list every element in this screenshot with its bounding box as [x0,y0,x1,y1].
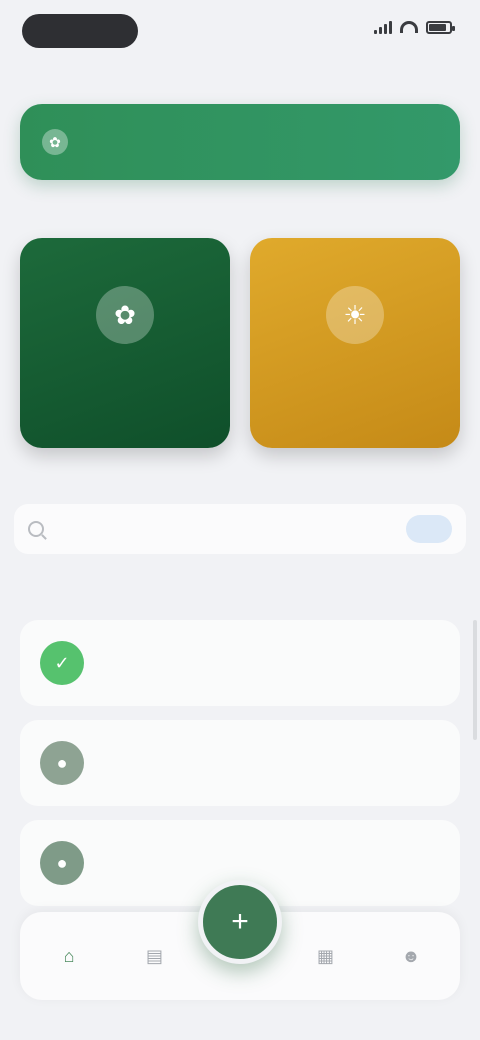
promo-banner[interactable]: ✿ [20,104,460,180]
scrollbar[interactable] [473,620,477,740]
profile-icon[interactable]: ☻ [396,941,426,971]
sun-icon: ☀ [326,286,384,344]
leaf-icon: ✿ [42,129,68,155]
search-input[interactable] [56,521,394,537]
add-icon: + [231,905,249,938]
item-list: ✓ ● ● [20,620,460,920]
home-icon[interactable]: ⌂ [54,941,84,971]
add-button[interactable]: + [198,880,282,964]
battery-fill [429,23,446,31]
status-time [22,14,138,48]
circle-icon: ● [40,741,84,785]
list-item[interactable]: ✓ [20,620,460,706]
status-bar [0,0,480,64]
chart-icon[interactable]: ▤ [140,941,170,971]
signal-icon [374,20,392,34]
battery-icon [426,20,455,34]
circle-icon: ● [40,841,84,885]
search-icon [28,521,44,537]
wifi-icon [400,21,418,33]
check-icon: ✓ [40,641,84,685]
list-item[interactable]: ● [20,720,460,806]
quick-card-secondary[interactable]: ☀ [250,238,460,448]
search-bar [14,504,466,554]
calendar-icon[interactable]: ▦ [311,941,341,971]
app-screen: ✿ ✿ ☀ ✓ ● ● ⌂ ▤ ▦ ☻ + [0,0,480,1040]
plant-icon: ✿ [96,286,154,344]
status-indicators [374,20,455,34]
quick-card-primary[interactable]: ✿ [20,238,230,448]
search-button[interactable] [406,515,452,543]
